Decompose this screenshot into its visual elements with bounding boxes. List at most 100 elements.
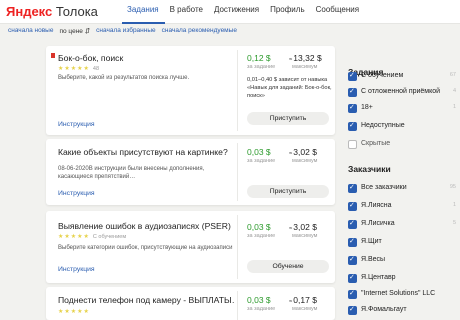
- max-value: 13,32: [293, 53, 315, 63]
- card-divider: [237, 215, 238, 279]
- nav-tasks[interactable]: Задания: [122, 0, 165, 24]
- task-price: 0,03 $: [247, 222, 271, 232]
- requester-item[interactable]: Я.Фомальгаут: [348, 302, 456, 318]
- instruction-link[interactable]: Инструкция: [58, 266, 95, 273]
- checkbox[interactable]: [348, 305, 357, 315]
- task-card[interactable]: Поднести телефон под камеру - ВЫПЛАТЫ… ★…: [46, 287, 335, 320]
- filter-label: Скрытые: [361, 140, 391, 147]
- requester-count: 95: [449, 184, 456, 190]
- requester-item[interactable]: Я.Центавр: [348, 270, 456, 286]
- filter-count: 1: [452, 104, 456, 110]
- requester-count: 1: [452, 202, 456, 208]
- flag-icon: [51, 53, 55, 58]
- filter-label: Недоступные: [361, 122, 405, 129]
- filter-adult[interactable]: 18+ 1: [348, 100, 456, 116]
- checkbox[interactable]: [348, 201, 357, 211]
- training-button[interactable]: Обучение: [247, 260, 329, 273]
- sort-bar: сначала новые по цене ⇵ сначала избранны…: [8, 27, 243, 39]
- checkbox[interactable]: [348, 237, 357, 247]
- filter-delayed-acceptance[interactable]: С отложенной приёмкой 4: [348, 84, 456, 100]
- nav-profile[interactable]: Профиль: [265, 0, 311, 24]
- task-max: ≈3,02 $: [289, 147, 317, 157]
- task-max: ≈3,02 $: [289, 222, 317, 232]
- start-button[interactable]: Приступить: [247, 112, 329, 125]
- task-price: 0,03 $: [247, 147, 271, 157]
- rating-stars: ★★★★★ 48: [58, 65, 99, 72]
- stars-icon: ★★★★★: [58, 66, 90, 72]
- filter-label: 18+: [361, 104, 373, 111]
- price-value: 0,03: [247, 295, 264, 305]
- instruction-link[interactable]: Инструкция: [58, 190, 95, 197]
- checkbox[interactable]: [348, 87, 357, 97]
- instruction-link[interactable]: Инструкция: [58, 121, 95, 128]
- requester-item[interactable]: "Internet Solutions" LLC: [348, 286, 456, 302]
- checkbox[interactable]: [348, 255, 357, 265]
- max-value: 0,17: [293, 295, 310, 305]
- checkbox[interactable]: [348, 183, 357, 193]
- task-price: 0,03 $: [247, 295, 271, 305]
- max-label: максимум: [292, 306, 318, 312]
- checkbox[interactable]: [348, 103, 357, 113]
- filter-label: С отложенной приёмкой: [361, 88, 441, 95]
- logo-product: Толока: [55, 4, 98, 19]
- requester-item[interactable]: Я.Лисичка 5: [348, 216, 456, 232]
- max-label: максимум: [292, 64, 318, 70]
- approx-sign: ≈: [289, 299, 293, 305]
- card-divider: [237, 291, 238, 320]
- requester-label: Я.Щит: [361, 238, 382, 245]
- nav-in-progress[interactable]: В работе: [165, 0, 209, 24]
- requester-item[interactable]: Я.Лиясна 1: [348, 198, 456, 214]
- price-value: 0,03: [247, 147, 264, 157]
- requester-label: Я.Лиясна: [361, 202, 392, 209]
- currency: $: [312, 295, 317, 305]
- currency: $: [265, 147, 271, 157]
- task-price: 0,12 $: [247, 53, 271, 63]
- requester-item[interactable]: Я.Весы: [348, 252, 456, 268]
- task-title[interactable]: Бок-о-бок, поиск: [58, 53, 234, 63]
- currency: $: [316, 53, 322, 63]
- sort-recommended[interactable]: сначала рекомендуемые: [162, 27, 237, 39]
- max-label: максимум: [292, 158, 318, 164]
- checkbox[interactable]: [348, 273, 357, 283]
- requester-label: Все заказчики: [361, 184, 407, 191]
- nav-messages[interactable]: Сообщения: [311, 0, 365, 24]
- currency: $: [265, 295, 271, 305]
- checkbox[interactable]: [348, 71, 357, 81]
- sort-price[interactable]: по цене ⇵: [59, 27, 90, 39]
- requester-all[interactable]: Все заказчики 95: [348, 180, 456, 196]
- checkbox[interactable]: [348, 140, 357, 149]
- rating-count: 48: [92, 66, 100, 72]
- filter-with-training[interactable]: С обучением 67: [348, 68, 456, 84]
- nav-achievements[interactable]: Достижения: [209, 0, 265, 24]
- card-divider: [237, 50, 238, 131]
- task-card[interactable]: Выявление ошибок в аудиозаписях (PSER) ★…: [46, 211, 335, 283]
- logo[interactable]: Яндекс Толока: [6, 4, 98, 19]
- task-max: ≈0,17 $: [289, 295, 317, 305]
- training-badge: С обучением: [92, 234, 127, 240]
- checkbox[interactable]: [348, 289, 357, 299]
- requester-label: Я.Лисичка: [361, 220, 395, 227]
- checkbox[interactable]: [348, 219, 357, 229]
- task-max: ≈13,32 $: [289, 53, 322, 63]
- price-value: 0,03: [247, 222, 264, 232]
- rating-stars: ★★★★★: [58, 308, 90, 315]
- requester-label: "Internet Solutions" LLC: [361, 290, 436, 297]
- sort-favorites[interactable]: сначала избранные: [96, 27, 155, 39]
- stars-icon: ★★★★★: [58, 234, 90, 240]
- task-description: 08-06-2020В инструкции были внесены допо…: [58, 166, 205, 180]
- checkbox[interactable]: [348, 121, 357, 131]
- rating-stars: ★★★★★ С обучением: [58, 233, 126, 240]
- filter-hidden[interactable]: Скрытые: [348, 136, 456, 152]
- task-title[interactable]: Выявление ошибок в аудиозаписях (PSER): [58, 221, 234, 231]
- sort-newest[interactable]: сначала новые: [8, 27, 53, 39]
- max-value: 3,02: [293, 147, 310, 157]
- filter-count: 4: [452, 88, 456, 94]
- task-card[interactable]: Бок-о-бок, поиск ★★★★★ 48 Выберите, какой…: [46, 46, 335, 135]
- task-card[interactable]: Какие объекты присутствуют на картинке? …: [46, 139, 335, 205]
- requester-label: Я.Центавр: [361, 274, 396, 281]
- filter-unavailable[interactable]: Недоступные: [348, 118, 456, 134]
- requester-item[interactable]: Я.Щит: [348, 234, 456, 250]
- task-title[interactable]: Поднести телефон под камеру - ВЫПЛАТЫ…: [58, 295, 234, 305]
- task-title[interactable]: Какие объекты присутствуют на картинке?: [58, 147, 234, 157]
- start-button[interactable]: Приступить: [247, 185, 329, 198]
